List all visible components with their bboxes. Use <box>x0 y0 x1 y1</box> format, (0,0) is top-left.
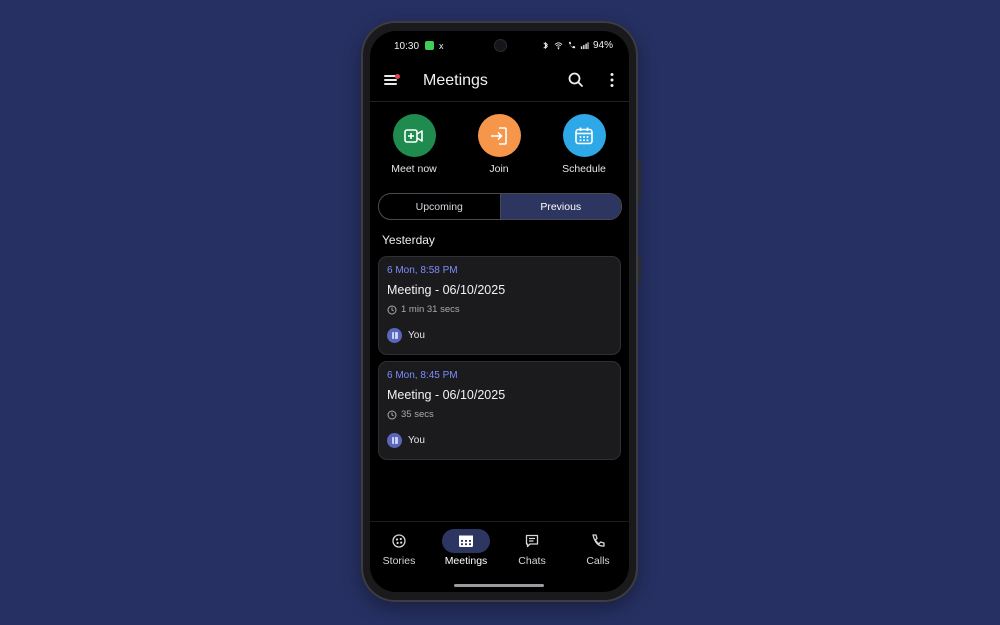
duration-text: 35 secs <box>401 409 434 420</box>
join-label: Join <box>489 163 509 175</box>
duration-text: 1 min 31 secs <box>401 304 460 315</box>
meeting-title: Meeting - 06/10/2025 <box>387 283 506 297</box>
bottom-navigation: Stories Meetings Chats Calls <box>370 521 629 572</box>
x-notification-icon: x <box>439 41 444 51</box>
meeting-card[interactable]: 6 Mon, 8:45 PM Meeting - 06/10/2025 35 s… <box>378 361 621 460</box>
clock-icon <box>387 305 397 314</box>
join-icon <box>477 114 521 157</box>
meetings-icon <box>459 535 473 547</box>
bluetooth-icon <box>543 41 548 50</box>
menu-button[interactable] <box>382 71 402 91</box>
join-button[interactable]: Join <box>463 114 535 175</box>
meeting-duration: 1 min 31 secs <box>387 304 460 315</box>
wifi-icon <box>554 42 563 50</box>
attendee-name: You <box>408 435 425 446</box>
meeting-attendee: You <box>387 433 425 448</box>
notification-dot <box>395 74 400 79</box>
power-button <box>638 254 641 284</box>
nav-chats[interactable]: Chats <box>500 522 564 567</box>
nav-chats-label: Chats <box>518 555 546 567</box>
meet-now-button[interactable]: Meet now <box>378 114 450 175</box>
status-icons: 94% <box>541 40 613 51</box>
avatar <box>387 328 402 343</box>
nav-stories[interactable]: Stories <box>370 522 431 567</box>
clock-icon <box>387 410 397 419</box>
volume-button <box>638 158 641 204</box>
stories-icon <box>392 534 406 548</box>
app-bar: Meetings <box>370 63 629 102</box>
nav-stories-label: Stories <box>382 555 416 567</box>
meet-now-label: Meet now <box>391 163 437 175</box>
home-indicator[interactable] <box>454 584 544 587</box>
meeting-time: 6 Mon, 8:58 PM <box>387 265 458 276</box>
schedule-label: Schedule <box>562 163 606 175</box>
nav-calls[interactable]: Calls <box>566 522 629 567</box>
call-icon <box>568 41 576 49</box>
meeting-time: 6 Mon, 8:45 PM <box>387 370 458 381</box>
phone-screen: 10:30 x 94% Meetings Meet now Join Sched… <box>370 31 629 592</box>
battery-level: 94% <box>592 40 613 51</box>
nav-meetings-label: Meetings <box>444 555 488 567</box>
meeting-title: Meeting - 06/10/2025 <box>387 388 506 402</box>
video-plus-icon <box>392 114 436 157</box>
meetings-tabs: Upcoming Previous <box>378 193 622 220</box>
notification-app-icon <box>425 41 434 50</box>
section-heading: Yesterday <box>382 233 435 247</box>
avatar <box>387 433 402 448</box>
status-time: 10:30 <box>394 41 420 52</box>
status-bar: 10:30 x 94% <box>370 31 629 61</box>
attendee-name: You <box>408 330 425 341</box>
signal-icon <box>580 42 589 50</box>
calendar-icon <box>562 114 606 157</box>
schedule-button[interactable]: Schedule <box>548 114 620 175</box>
meeting-card[interactable]: 6 Mon, 8:58 PM Meeting - 06/10/2025 1 mi… <box>378 256 621 355</box>
search-icon[interactable] <box>566 70 586 90</box>
page-title: Meetings <box>423 72 488 89</box>
meeting-attendee: You <box>387 328 425 343</box>
meeting-duration: 35 secs <box>387 409 434 420</box>
tab-previous[interactable]: Previous <box>499 194 621 219</box>
phone-icon <box>592 534 605 547</box>
chat-icon <box>525 534 539 548</box>
front-camera <box>494 39 507 52</box>
tab-upcoming[interactable]: Upcoming <box>379 194 500 219</box>
more-vertical-icon[interactable] <box>602 70 622 90</box>
nav-calls-label: Calls <box>586 555 610 567</box>
nav-meetings[interactable]: Meetings <box>434 522 498 567</box>
